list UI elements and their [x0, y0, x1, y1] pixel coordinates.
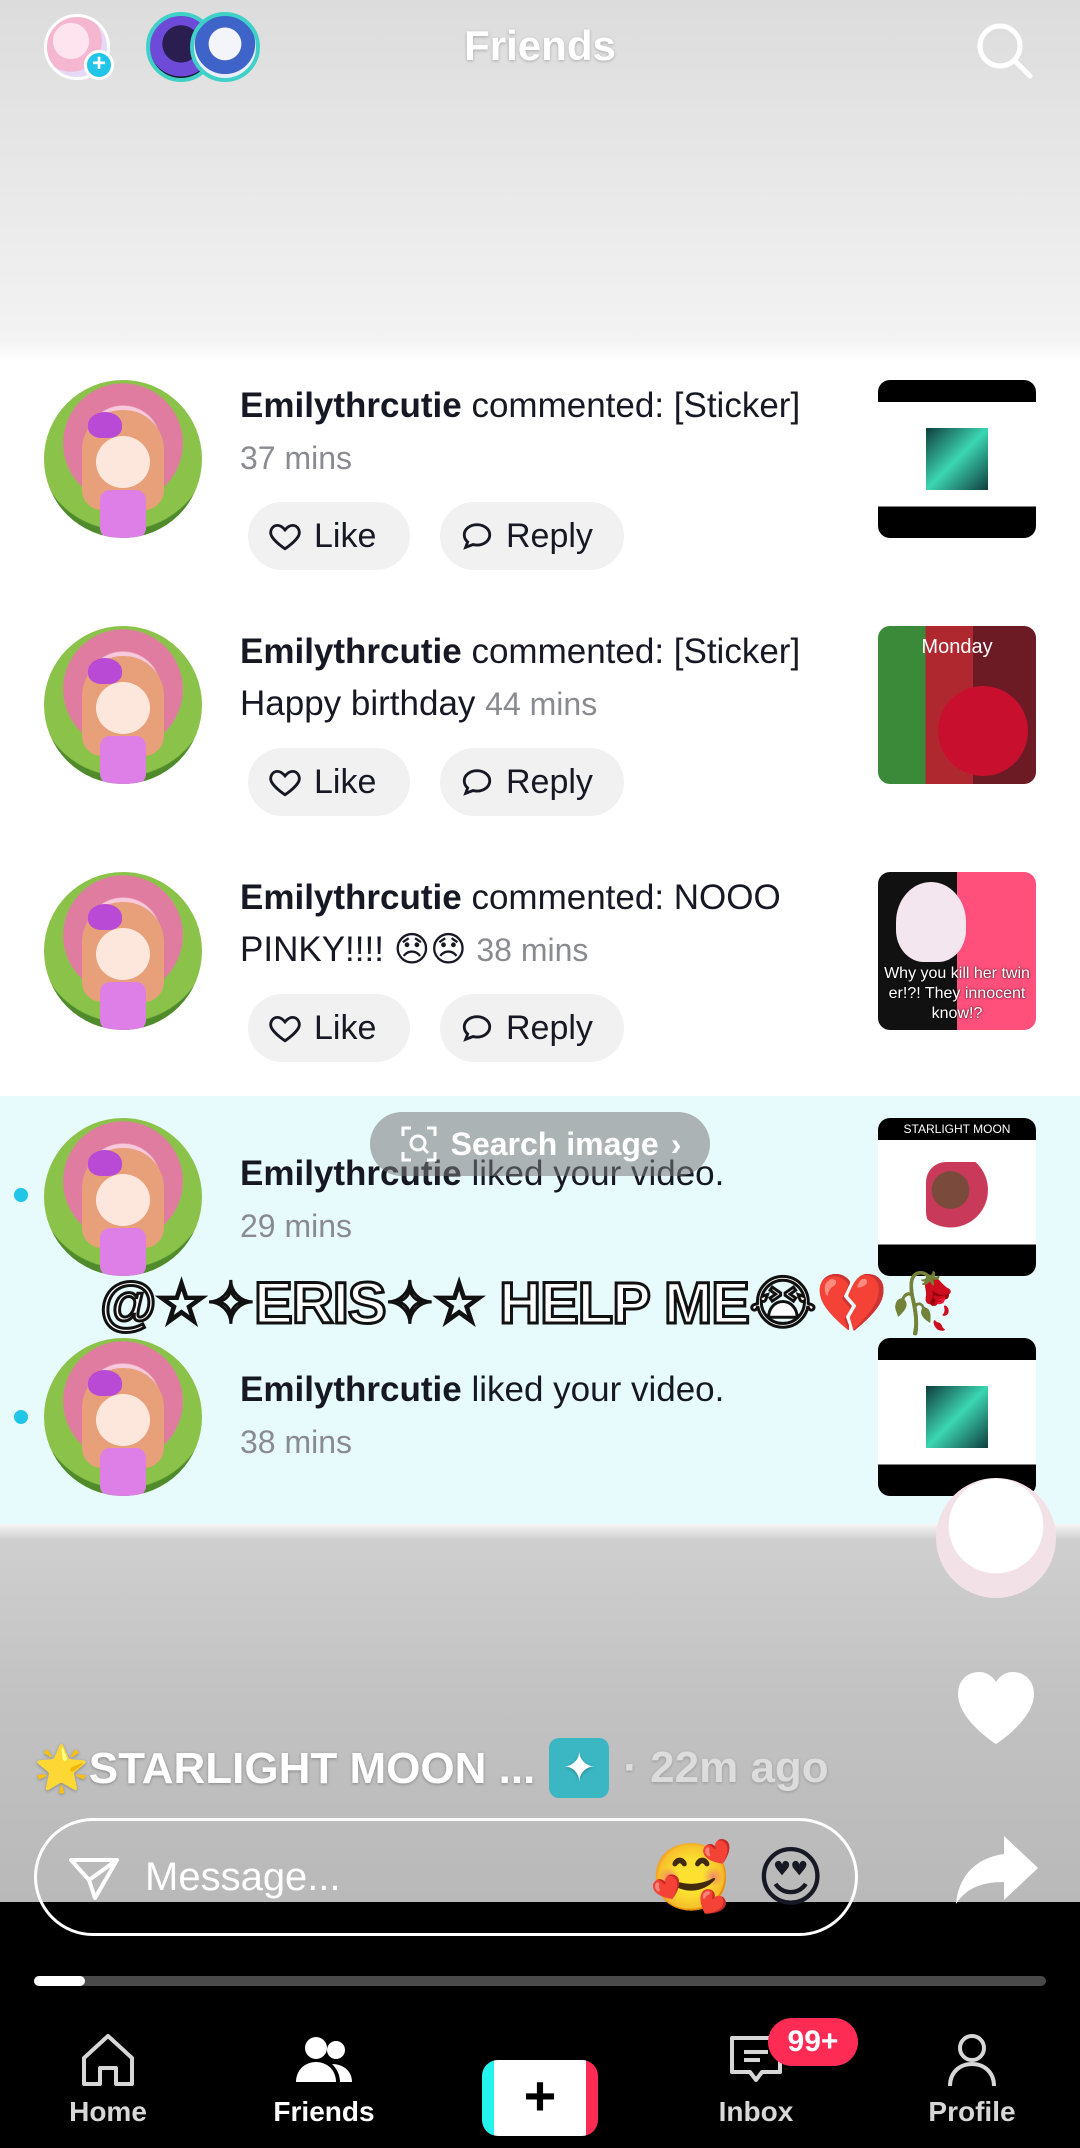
reply-button[interactable]: Reply [440, 502, 624, 570]
heart-outline-icon [269, 769, 301, 797]
like-button[interactable]: Like [248, 502, 410, 570]
emoji-button[interactable]: 😍 [756, 1844, 825, 1910]
list-item[interactable]: Emilythrcutie commented: [Sticker] 37 mi… [0, 358, 1080, 604]
avatar[interactable] [44, 1118, 202, 1276]
create-button[interactable]: + [482, 2060, 598, 2136]
timestamp: 37 mins [240, 440, 353, 476]
list-item[interactable]: Emilythrcutie liked your video. 38 mins [0, 1316, 1080, 1524]
chat-bubble-icon [462, 523, 492, 550]
timestamp: 38 mins [476, 932, 589, 968]
nav-friends[interactable]: Friends [216, 2010, 432, 2148]
thumbnail-label: Monday [921, 636, 993, 658]
home-icon [82, 2034, 134, 2086]
reply-label: Reply [506, 762, 593, 801]
nav-profile-label: Profile [928, 2096, 1016, 2127]
notification-action: liked your video. [461, 1370, 725, 1409]
video-thumbnail[interactable] [878, 1338, 1036, 1496]
nav-create[interactable]: + [432, 2010, 648, 2148]
video-caption-overlay: @☆✧ERIS✧☆ HELP ME😭💔🥀 [99, 1270, 961, 1338]
reply-label: Reply [506, 516, 593, 555]
message-placeholder[interactable]: Message... [145, 1855, 626, 1900]
sparkle-icon: ✦ [549, 1738, 610, 1798]
heart-outline-icon [269, 523, 301, 551]
notification-text: Emilythrcutie commented: [Sticker] 37 mi… [240, 380, 860, 484]
avatar[interactable] [44, 872, 202, 1030]
profile-icon [948, 2034, 996, 2087]
username[interactable]: Emilythrcutie [240, 878, 462, 917]
nav-home[interactable]: Home [0, 2010, 216, 2148]
nav-inbox-label: Inbox [718, 2096, 794, 2127]
video-thumbnail[interactable]: Monday [878, 626, 1036, 784]
video-thumbnail[interactable]: STARLIGHT MOON [878, 1118, 1036, 1276]
video-progress-fill [34, 1976, 85, 1986]
avatar[interactable] [44, 380, 202, 538]
username[interactable]: Emilythrcutie [240, 632, 462, 671]
notification-action: commented: [Sticker] [461, 632, 801, 671]
avatar[interactable] [44, 1338, 202, 1496]
sticker-character [936, 1478, 1056, 1598]
reply-button[interactable]: Reply [440, 748, 624, 816]
username[interactable]: Emilythrcutie [240, 1370, 462, 1409]
timestamp: 44 mins [485, 686, 598, 722]
inbox-badge: 99+ [768, 2018, 858, 2066]
video-thumbnail[interactable]: Why you kill her twin er!?! They innocen… [878, 872, 1036, 1030]
heart-outline-icon [269, 1015, 301, 1043]
send-icon[interactable] [67, 1850, 121, 1904]
heart-icon[interactable] [952, 1668, 1040, 1748]
chevron-right-icon: › [670, 1125, 682, 1162]
nav-friends-label: Friends [273, 2096, 375, 2127]
page-title: Friends [464, 22, 616, 69]
friends-icon [296, 2037, 352, 2082]
like-button[interactable]: Like [248, 994, 410, 1062]
bottom-nav: Home Friends + Inbox 99+ Profile [0, 2010, 1080, 2148]
search-icon[interactable] [972, 18, 1036, 82]
video-author[interactable]: 🌟STARLIGHT MOON ... [34, 1742, 535, 1794]
like-label: Like [314, 1008, 377, 1047]
nav-home-label: Home [69, 2096, 147, 2127]
thumbnail-caption: Why you kill her twin er!?! They innocen… [884, 965, 1030, 1022]
video-time: · 22m ago [623, 1743, 829, 1792]
notification-text: Emilythrcutie liked your video. 38 mins [240, 1364, 860, 1468]
chat-bubble-icon [462, 769, 492, 796]
notification-text: Emilythrcutie commented: NOOO PINKY!!!! … [240, 872, 860, 976]
nav-profile[interactable]: Profile [864, 2010, 1080, 2148]
plus-icon: + [523, 2064, 557, 2127]
video-thumbnail[interactable] [878, 380, 1036, 538]
message-input[interactable]: Message... 🥰 😍 [34, 1818, 858, 1936]
reply-button[interactable]: Reply [440, 994, 624, 1062]
avatar[interactable] [44, 626, 202, 784]
thumbnail-label: STARLIGHT MOON [903, 1122, 1011, 1136]
chat-bubble-icon [462, 1015, 492, 1042]
search-image-label: Search image [450, 1125, 659, 1162]
reply-label: Reply [506, 1008, 593, 1047]
timestamp: 38 mins [240, 1424, 353, 1460]
username[interactable]: Emilythrcutie [240, 386, 462, 425]
image-search-icon [401, 1126, 437, 1162]
list-item[interactable]: Emilythrcutie commented: NOOO PINKY!!!! … [0, 850, 1080, 1096]
nav-inbox[interactable]: Inbox 99+ [648, 2010, 864, 2148]
timestamp: 29 mins [240, 1208, 353, 1244]
list-item[interactable]: Emilythrcutie commented: [Sticker] Happy… [0, 604, 1080, 850]
notification-text: Emilythrcutie commented: [Sticker] Happy… [240, 626, 860, 730]
video-progress-bar[interactable] [34, 1976, 1046, 1986]
like-label: Like [314, 762, 377, 801]
unread-dot [14, 1410, 28, 1424]
like-button[interactable]: Like [248, 748, 410, 816]
like-label: Like [314, 516, 377, 555]
share-icon[interactable] [952, 1830, 1042, 1910]
unread-dot [14, 1188, 28, 1202]
emoji-button[interactable]: 🥰 [650, 1844, 732, 1910]
notification-action: commented: [Sticker] [461, 386, 801, 425]
video-author-row[interactable]: 🌟STARLIGHT MOON ... ✦ · 22m ago [34, 1736, 829, 1800]
comment-body: Happy birthday [240, 684, 476, 723]
search-image-button[interactable]: Search image › [370, 1112, 710, 1176]
top-bar: + Friends [0, 0, 1080, 100]
